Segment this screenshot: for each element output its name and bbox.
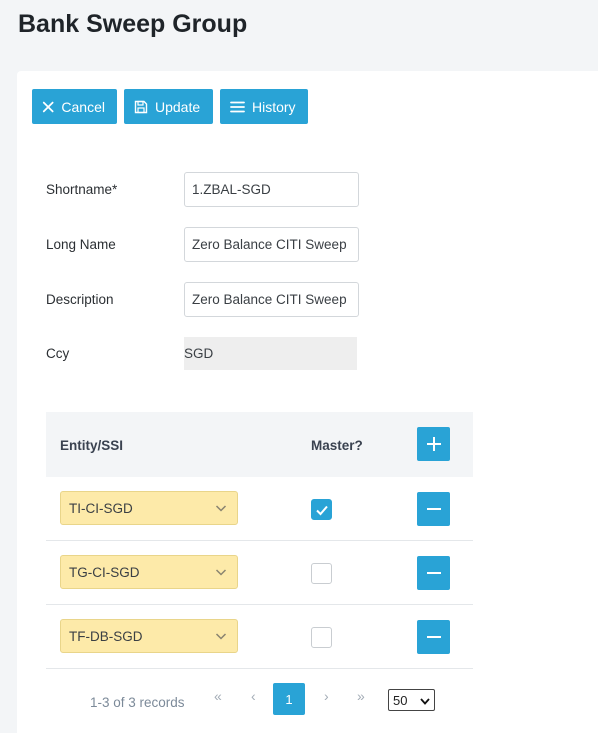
entity-select-value: TG-CI-SGD — [69, 564, 140, 580]
remove-row-button[interactable] — [417, 492, 450, 526]
minus-icon — [426, 636, 441, 638]
page-1-button[interactable]: 1 — [273, 683, 305, 715]
entity-select-value: TF-DB-SGD — [69, 628, 143, 644]
check-icon — [315, 505, 328, 515]
menu-lines-icon — [230, 101, 245, 112]
remove-row-button[interactable] — [417, 620, 450, 654]
next-page-button[interactable]: › — [324, 688, 329, 704]
table-row: TG-CI-SGD — [46, 541, 473, 605]
ccy-row: Ccy SGD — [46, 337, 357, 370]
update-button[interactable]: Update — [124, 89, 213, 124]
master-checkbox[interactable] — [311, 627, 332, 648]
master-checkbox[interactable] — [311, 499, 332, 520]
remove-row-button[interactable] — [417, 556, 450, 590]
shortname-label: Shortname* — [46, 182, 118, 197]
last-page-button[interactable]: » — [357, 688, 365, 704]
grid-header: Entity/SSI Master? — [46, 412, 473, 477]
cancel-label: Cancel — [61, 98, 105, 115]
toolbar: Cancel Update History — [32, 89, 308, 124]
save-icon — [134, 100, 148, 113]
history-label: History — [252, 98, 296, 115]
add-row-button[interactable] — [417, 427, 450, 461]
master-checkbox[interactable] — [311, 563, 332, 584]
chevron-down-icon — [215, 569, 227, 576]
content-card: Cancel Update History Shortname* 1.ZBAL-… — [17, 71, 598, 733]
ccy-label: Ccy — [46, 346, 70, 361]
description-field[interactable]: Zero Balance CITI Sweep — [184, 282, 359, 317]
column-header-entity: Entity/SSI — [60, 438, 124, 453]
ccy-value: SGD — [184, 337, 357, 370]
table-row: TI-CI-SGD — [46, 477, 473, 541]
table-row: TF-DB-SGD — [46, 605, 473, 669]
cancel-button[interactable]: Cancel — [32, 89, 117, 124]
entity-grid: Entity/SSI Master? TI-CI-SGD TG-CI-SGD T… — [46, 412, 473, 669]
long-name-row: Long Name Zero Balance CITI Sweep — [46, 227, 359, 262]
description-label: Description — [46, 292, 114, 307]
entity-select-value: TI-CI-SGD — [69, 500, 133, 516]
entity-select[interactable]: TG-CI-SGD — [60, 555, 238, 589]
chevron-down-icon — [215, 505, 227, 512]
first-page-button[interactable]: « — [214, 688, 222, 704]
column-header-master: Master? — [311, 438, 363, 453]
pagination: 1-3 of 3 records « ‹ 1 › » 50 — [46, 683, 473, 719]
chevron-down-icon — [420, 698, 430, 705]
prev-page-button[interactable]: ‹ — [251, 688, 256, 704]
shortname-field[interactable]: 1.ZBAL-SGD — [184, 172, 359, 207]
records-count: 1-3 of 3 records — [90, 695, 185, 710]
page-size-value: 50 — [393, 692, 408, 708]
history-button[interactable]: History — [220, 89, 308, 124]
description-row: Description Zero Balance CITI Sweep — [46, 282, 359, 317]
shortname-row: Shortname* 1.ZBAL-SGD — [46, 172, 359, 207]
entity-select[interactable]: TF-DB-SGD — [60, 619, 238, 653]
entity-select[interactable]: TI-CI-SGD — [60, 491, 238, 525]
minus-icon — [426, 508, 441, 510]
close-icon — [42, 101, 54, 112]
page-title: Bank Sweep Group — [18, 10, 248, 38]
update-label: Update — [155, 98, 201, 115]
long-name-label: Long Name — [46, 237, 116, 252]
page-size-select[interactable]: 50 — [388, 689, 435, 711]
minus-icon — [426, 572, 441, 574]
chevron-down-icon — [215, 633, 227, 640]
long-name-field[interactable]: Zero Balance CITI Sweep — [184, 227, 359, 262]
plus-icon — [426, 437, 441, 451]
